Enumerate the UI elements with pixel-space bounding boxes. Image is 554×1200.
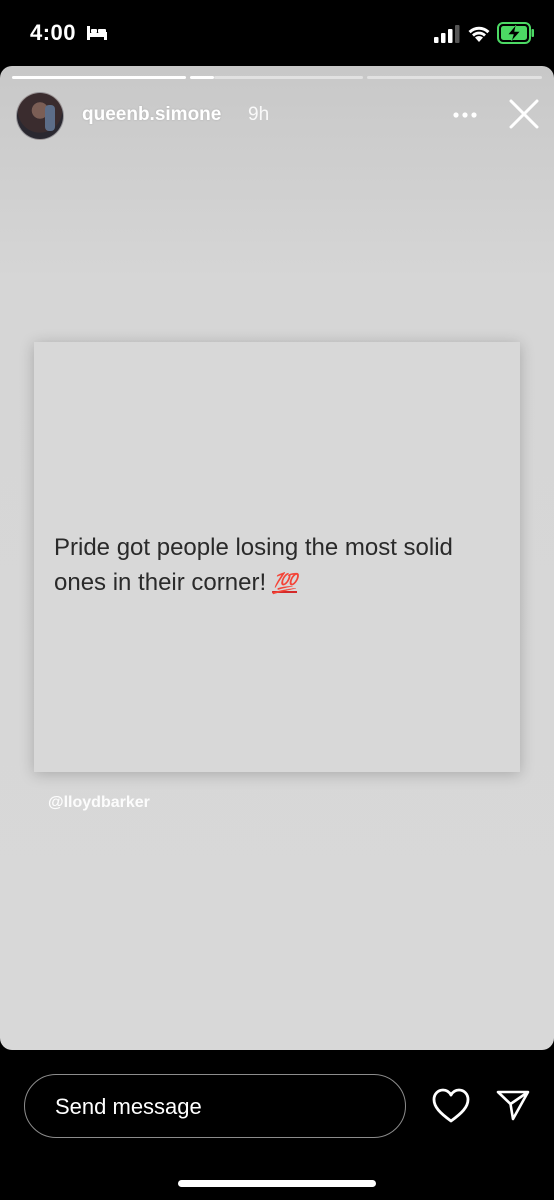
story-progress-segment [367, 76, 542, 79]
avatar[interactable] [16, 92, 64, 140]
send-message-placeholder: Send message [55, 1094, 202, 1119]
tweet-text: Pride got people losing the most solid o… [54, 530, 504, 602]
story-progress-segment [190, 76, 214, 79]
status-bar: 4:00 [0, 0, 554, 66]
hundred-emoji: 💯 [272, 573, 298, 595]
close-icon[interactable] [508, 98, 540, 130]
story-progress-segment [214, 76, 363, 79]
send-message-input[interactable]: Send message [24, 1074, 406, 1138]
mention-sticker[interactable]: @lloydbarker [48, 794, 150, 812]
story-age: 9h [248, 104, 270, 125]
story-username[interactable]: queenb.simone [82, 104, 221, 126]
battery-charging-icon [497, 22, 534, 44]
tweet-body: Pride got people losing the most solid o… [54, 534, 453, 596]
bed-icon [87, 26, 107, 40]
story-viewer[interactable]: queenb.simone 9h Pride got people losing… [0, 66, 554, 1050]
send-icon[interactable] [496, 1088, 530, 1122]
home-indicator[interactable] [178, 1180, 376, 1187]
more-options-icon[interactable] [452, 106, 478, 124]
story-progress-segment [12, 76, 186, 79]
signal-icon [434, 25, 460, 43]
wifi-icon [468, 26, 490, 42]
heart-icon[interactable] [432, 1088, 470, 1124]
tweet-card: Pride got people losing the most solid o… [34, 342, 520, 772]
status-time: 4:00 [30, 20, 77, 45]
